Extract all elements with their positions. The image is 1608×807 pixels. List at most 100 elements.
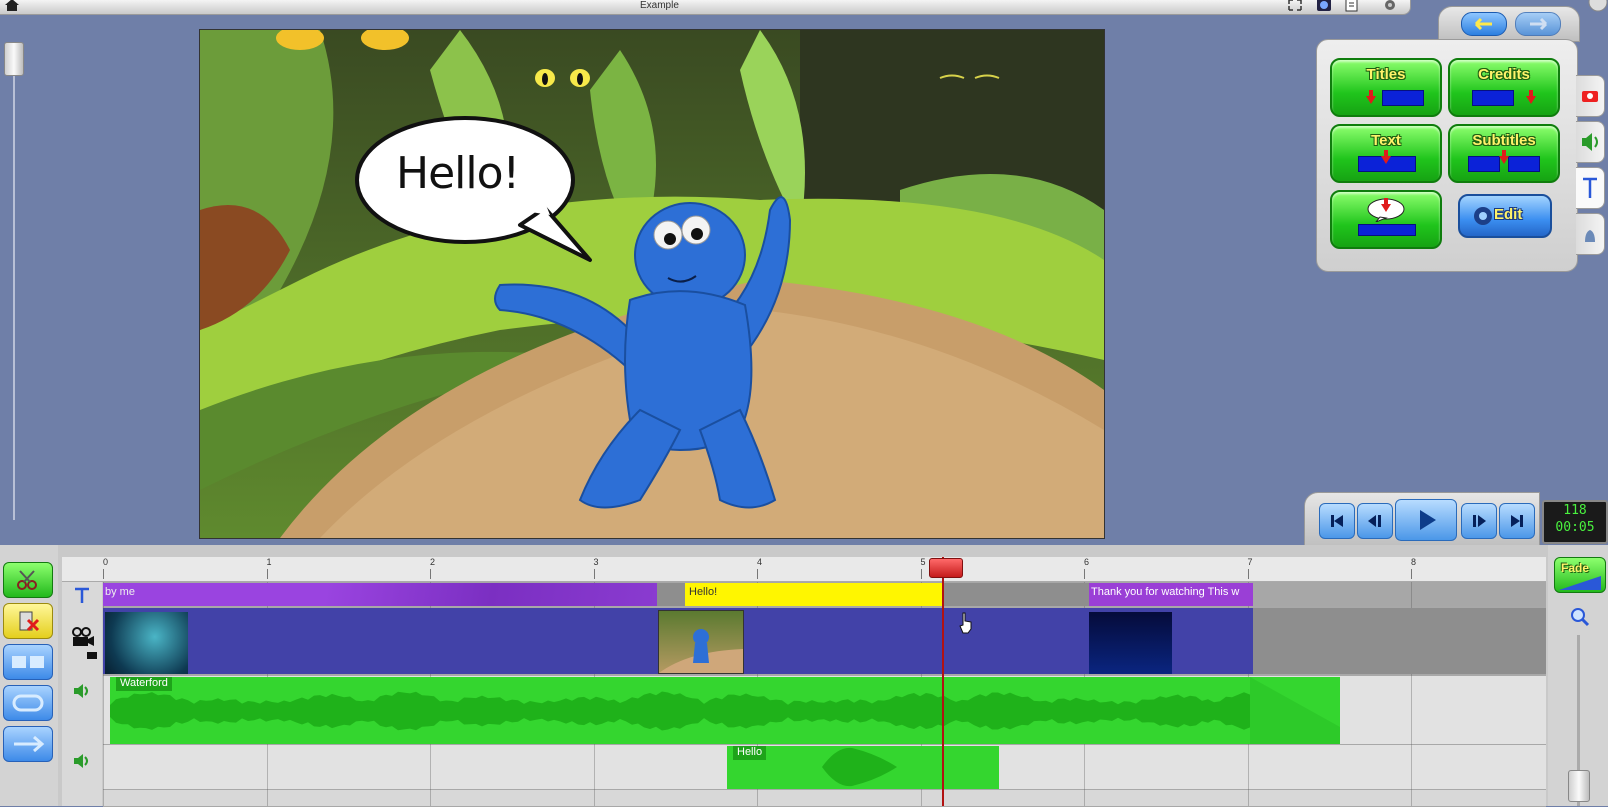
loop-button[interactable] (3, 685, 53, 721)
undo-redo-holder (1438, 6, 1580, 42)
redo-icon (1530, 17, 1548, 31)
audio-track-3[interactable] (103, 790, 1546, 807)
speaker-icon (74, 684, 88, 698)
title-bar: Example (0, 0, 1411, 15)
audio-clip-hello[interactable]: Hello (727, 746, 999, 789)
subtitles-label: Subtitles (1472, 132, 1536, 149)
volume-slider-track[interactable] (13, 50, 15, 520)
video-thumbnail-3 (1089, 612, 1172, 674)
join-icon (12, 656, 44, 668)
fullscreen-icon[interactable] (1287, 0, 1303, 12)
speech-bubble-button[interactable] (1330, 190, 1442, 249)
undo-icon (1474, 17, 1492, 31)
audio-clip-label: Waterford (116, 677, 172, 691)
gear-icon[interactable] (1382, 0, 1398, 12)
audio-clip-label: Hello (733, 746, 767, 760)
timeline-tools (0, 545, 58, 806)
ruler-tick: 7 (1247, 557, 1253, 579)
play-icon (1420, 510, 1436, 530)
window-title: Example (640, 0, 679, 11)
loop-icon (12, 694, 44, 712)
text-tools-panel: Titles Credits Text Subtitles Edit (1316, 39, 1578, 272)
side-tab-camera[interactable] (1576, 75, 1605, 117)
text-label: Text (1371, 132, 1401, 149)
zoom-slider-thumb[interactable] (1568, 770, 1590, 802)
skip-end-icon (1511, 515, 1523, 527)
video-thumbnail-1 (105, 612, 188, 674)
text-button[interactable]: Text (1330, 124, 1442, 183)
skip-to-start-button[interactable] (1319, 503, 1355, 539)
audio-clip-waterford[interactable]: Waterford (110, 677, 1340, 744)
gear-icon (1474, 207, 1492, 225)
titles-button[interactable]: Titles (1330, 58, 1442, 117)
title-clip-text: by me (105, 586, 135, 598)
hand-cursor-icon (959, 612, 972, 634)
ruler-tick: 6 (1084, 557, 1090, 579)
export-icon[interactable] (1344, 0, 1360, 12)
camera-icon (1582, 91, 1598, 102)
text-clip-bg: Hello! (657, 583, 943, 606)
clay-figure-thumbnail (659, 629, 743, 673)
text-track-icon (75, 587, 89, 603)
track-header-column (62, 582, 102, 806)
title-clip[interactable]: by me (103, 583, 657, 606)
preview-canvas[interactable]: Hello! (199, 29, 1105, 539)
credits-clip-text: Thank you for watching This w (1091, 586, 1240, 598)
clock-icon[interactable] (1316, 0, 1332, 12)
ruler-tick: 1 (266, 557, 272, 579)
side-tab-text[interactable] (1576, 167, 1605, 209)
zoom-icon[interactable] (1570, 607, 1590, 627)
move-button[interactable] (3, 726, 53, 762)
speaker-icon (74, 754, 88, 768)
video-clip-strip[interactable] (103, 608, 1253, 674)
delete-icon (19, 611, 40, 632)
audio-waveform-hello (822, 747, 897, 787)
speaker-icon (1582, 133, 1598, 151)
playhead-handle[interactable] (929, 558, 963, 578)
step-forward-button[interactable] (1461, 503, 1497, 539)
subtitles-button[interactable]: Subtitles (1448, 124, 1560, 183)
timeline-right-tools: Fade (1548, 545, 1608, 806)
redo-button[interactable] (1515, 12, 1561, 36)
text-clip-highlight[interactable] (685, 583, 943, 606)
side-tab-audio[interactable] (1576, 121, 1605, 163)
fade-label: Fade (1561, 561, 1590, 575)
play-button[interactable] (1395, 499, 1457, 541)
side-tab-other[interactable] (1576, 213, 1605, 255)
ruler-tick: 5 (920, 557, 926, 579)
video-track-empty (1253, 608, 1546, 674)
edit-button[interactable]: Edit (1458, 194, 1552, 238)
delete-clip-button[interactable] (3, 603, 53, 639)
text-t-icon (1583, 177, 1597, 198)
undo-button[interactable] (1461, 12, 1507, 36)
fade-button[interactable]: Fade (1554, 557, 1606, 593)
credits-label: Credits (1478, 66, 1530, 83)
ruler-tick: 3 (593, 557, 599, 579)
speech-bubble-text: Hello! (396, 148, 520, 199)
video-track-icon (72, 627, 97, 659)
frame-counter: 118 00:05 (1542, 500, 1608, 544)
time-display: 00:05 (1555, 520, 1595, 535)
split-button[interactable] (3, 562, 53, 598)
transport-controls (1304, 492, 1540, 546)
volume-slider-thumb[interactable] (4, 42, 24, 76)
timeline-ruler[interactable]: 0 1 2 3 4 5 6 7 8 (62, 557, 1546, 582)
step-back-button[interactable] (1357, 503, 1393, 539)
video-thumbnail-2 (658, 610, 744, 674)
scissors-icon (17, 570, 37, 590)
join-clips-button[interactable] (3, 644, 53, 680)
edit-label: Edit (1494, 206, 1523, 223)
help-icon[interactable] (1588, 0, 1608, 12)
bell-icon (1585, 230, 1595, 242)
credits-button[interactable]: Credits (1448, 58, 1560, 117)
credits-clip[interactable]: Thank you for watching This w (1089, 583, 1253, 606)
text-clip-label: Hello! (689, 586, 718, 598)
step-back-icon (1368, 515, 1381, 527)
home-icon[interactable] (4, 0, 20, 12)
skip-to-end-button[interactable] (1499, 503, 1535, 539)
fade-icon (1559, 576, 1601, 590)
audio-waveform (110, 677, 1340, 744)
frame-number: 118 (1563, 503, 1587, 518)
side-tabs (1576, 70, 1608, 270)
playhead-line[interactable] (942, 557, 944, 806)
